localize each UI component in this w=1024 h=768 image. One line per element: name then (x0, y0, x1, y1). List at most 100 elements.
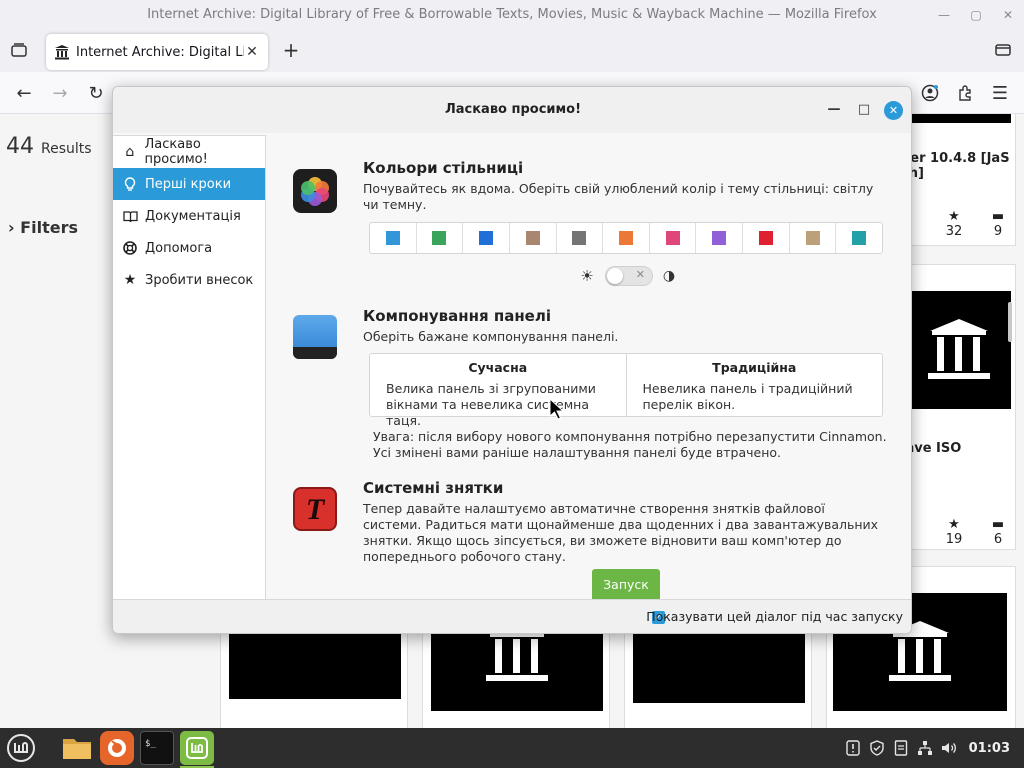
thumbnail-image (633, 633, 805, 703)
color-swatch-button[interactable] (650, 223, 697, 253)
launch-button[interactable]: Запуск (592, 569, 660, 599)
color-swatch (619, 231, 634, 245)
color-swatch-button[interactable] (510, 223, 557, 253)
favorites-stat: ★ 19 (945, 517, 963, 547)
dialog-sidebar: ⌂ Ласкаво просимо! Перші кроки Документа… (113, 135, 266, 599)
layout-option-modern[interactable]: Сучасна Велика панель зі згрупованими ві… (370, 354, 627, 428)
network-icon[interactable] (913, 728, 937, 768)
window-title: Internet Archive: Digital Library of Fre… (147, 7, 877, 22)
forward-arrow-icon[interactable]: → (48, 82, 72, 104)
colors-section-description: Почувайтесь як вдома. Оберіть свій улюбл… (363, 181, 874, 212)
update-shield-icon[interactable] (841, 728, 865, 768)
tab-list-icon[interactable] (8, 39, 30, 61)
color-swatch-button[interactable] (790, 223, 837, 253)
account-icon[interactable] (918, 82, 942, 104)
minimize-icon[interactable]: — (928, 0, 960, 30)
mouse-cursor-icon (549, 398, 565, 420)
toggle-knob (607, 268, 623, 284)
mintwelcome-icon[interactable] (180, 731, 214, 768)
theme-switch-row: ☀ ✕ ◑ (577, 266, 677, 286)
archive-logo-icon (928, 319, 990, 381)
color-swatch (805, 231, 820, 245)
book-icon (121, 210, 139, 223)
panel-warning: Увага: після вибору нового компонування … (373, 429, 887, 460)
color-swatch-button[interactable] (463, 223, 510, 253)
sidebar-item-welcome[interactable]: ⌂ Ласкаво просимо! (113, 136, 265, 168)
menu-icon[interactable]: ☰ (988, 82, 1012, 104)
snapshots-section-description: Тепер давайте налаштуємо автоматичне ств… (363, 501, 879, 564)
show-on-startup-label: Показувати цей діалог під час запуску (646, 609, 903, 624)
notes-icon[interactable] (889, 728, 913, 768)
dialog-footer: ✓ Показувати цей діалог під час запуску (113, 599, 911, 633)
mint-menu-icon[interactable] (4, 731, 38, 765)
layout-option-traditional[interactable]: Традиційна Невелика панель і традиційний… (627, 354, 883, 416)
panel-section-title: Компонування панелі (363, 307, 551, 325)
back-arrow-icon[interactable]: ← (12, 82, 36, 104)
dialog-minimize-icon[interactable]: — (823, 99, 845, 121)
sidebar-item-contribute[interactable]: ★ Зробити внесок (113, 264, 265, 296)
color-swatch (852, 231, 867, 245)
tab-close-icon[interactable]: ✕ (244, 44, 260, 60)
home-icon: ⌂ (125, 144, 135, 160)
reload-icon[interactable]: ↻ (84, 82, 108, 104)
card-title: ger 10.4.8 [JaS sh] (901, 151, 1010, 181)
color-swatch-button[interactable] (557, 223, 604, 253)
favorites-stat: ★ 32 (945, 209, 963, 239)
color-swatch-button[interactable] (836, 223, 882, 253)
tab-internet-archive[interactable]: Internet Archive: Digital Lib ✕ (46, 34, 268, 70)
color-swatch (712, 231, 727, 245)
result-card[interactable]: jave ISO ★ 19 ▬ 6 (900, 264, 1016, 550)
color-swatch (479, 231, 494, 245)
svg-text:T: T (306, 493, 326, 526)
new-tab-icon[interactable]: + (280, 38, 302, 62)
color-swatch-button[interactable] (417, 223, 464, 253)
dialog-header: Ласкаво просимо! — □ ✕ (113, 87, 911, 133)
taskbar: $_ 01:03 (0, 728, 1024, 768)
reviews-stat: ▬ 9 (991, 209, 1005, 239)
close-icon[interactable]: ✕ (992, 0, 1024, 30)
sidebar-item-first-steps[interactable]: Перші кроки (113, 168, 265, 200)
filters-toggle[interactable]: › Filters (8, 218, 78, 237)
results-count: 44 Results (6, 134, 92, 159)
moon-icon: ◑ (662, 268, 676, 284)
dialog-maximize-icon[interactable]: □ (853, 99, 875, 121)
dialog-content: Кольори стільниці Почувайтесь як вдома. … (267, 135, 911, 599)
thumbnail-image (229, 633, 401, 699)
color-palette (369, 222, 883, 254)
welcome-dialog: Ласкаво просимо! — □ ✕ ⌂ Ласкаво просимо… (112, 86, 912, 634)
svg-text:$_: $_ (145, 739, 156, 749)
sidebar-item-documentation[interactable]: Документація (113, 200, 265, 232)
dark-theme-toggle[interactable]: ✕ (605, 266, 653, 286)
dialog-close-icon[interactable]: ✕ (884, 101, 903, 120)
color-swatch (572, 231, 587, 245)
terminal-icon[interactable]: $_ (140, 731, 174, 765)
window-title-bar: Internet Archive: Digital Library of Fre… (0, 0, 1024, 30)
color-swatch-button[interactable] (370, 223, 417, 253)
tab-title: Internet Archive: Digital Lib (76, 44, 244, 60)
firefox-icon[interactable] (100, 731, 134, 765)
volume-icon[interactable] (937, 728, 961, 768)
color-swatch-button[interactable] (743, 223, 790, 253)
extensions-icon[interactable] (953, 82, 977, 104)
panel-layout-icon (293, 315, 337, 359)
reviews-stat: ▬ 6 (991, 517, 1005, 547)
firefox-view-icon[interactable] (992, 39, 1014, 61)
lifebuoy-icon (121, 241, 139, 255)
result-card[interactable]: ger 10.4.8 [JaSsh] ’ ★32 ▬9 (900, 114, 1016, 246)
sun-icon: ☀ (580, 267, 594, 285)
color-swatch (525, 231, 540, 245)
security-icon[interactable] (865, 728, 889, 768)
snapshots-section-title: Системні знятки (363, 479, 504, 497)
color-swatch-button[interactable] (603, 223, 650, 253)
sidebar-item-help[interactable]: Допомога (113, 232, 265, 264)
color-swatch (432, 231, 447, 245)
color-swatch (758, 231, 773, 245)
scrollbar-thumb[interactable] (1008, 302, 1012, 342)
color-swatch (385, 231, 400, 245)
files-icon[interactable] (60, 731, 94, 765)
color-swatch-button[interactable] (696, 223, 744, 253)
maximize-icon[interactable]: ▢ (960, 0, 992, 30)
clock[interactable]: 01:03 (969, 741, 1010, 756)
color-swatch (665, 231, 680, 245)
star-icon: ★ (123, 272, 137, 288)
